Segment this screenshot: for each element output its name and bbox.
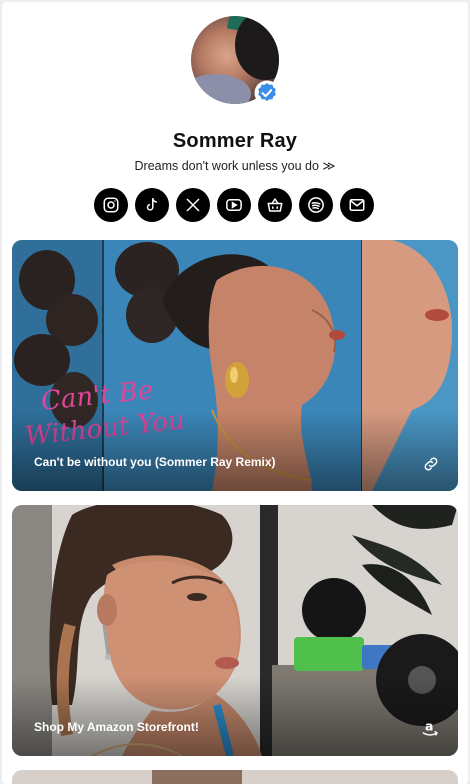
link-card-remix[interactable]: Can't Be Without You Can't be without yo… xyxy=(12,240,458,491)
social-links xyxy=(94,188,374,222)
link-card-partial[interactable] xyxy=(12,770,458,784)
link-card-label: Shop My Amazon Storefront! xyxy=(34,720,199,734)
svg-text:a: a xyxy=(425,719,433,734)
youtube-icon xyxy=(226,199,242,211)
verified-badge-icon xyxy=(254,80,280,106)
link-card-label: Can't be without you (Sommer Ray Remix) xyxy=(34,455,276,469)
instagram-button[interactable] xyxy=(94,188,128,222)
profile-name: Sommer Ray xyxy=(172,130,298,152)
spotify-icon xyxy=(308,197,324,213)
tiktok-icon xyxy=(146,198,157,211)
youtube-button[interactable] xyxy=(217,188,251,222)
email-button[interactable] xyxy=(340,188,374,222)
link-card-amazon[interactable]: Shop My Amazon Storefront! a xyxy=(12,505,458,756)
tiktok-button[interactable] xyxy=(135,188,169,222)
spotify-button[interactable] xyxy=(299,188,333,222)
amazon-icon: a xyxy=(422,719,439,736)
avatar xyxy=(191,16,281,106)
instagram-icon xyxy=(103,197,119,213)
link-icon xyxy=(424,457,438,471)
email-icon xyxy=(349,199,365,211)
profile-bio: Dreams don't work unless you do ≫ xyxy=(134,159,336,173)
shopping-basket-icon xyxy=(267,198,283,212)
x-icon xyxy=(186,198,200,212)
x-button[interactable] xyxy=(176,188,210,222)
shop-button[interactable] xyxy=(258,188,292,222)
profile-page: Sommer Ray Dreams don't work unless you … xyxy=(2,2,468,784)
